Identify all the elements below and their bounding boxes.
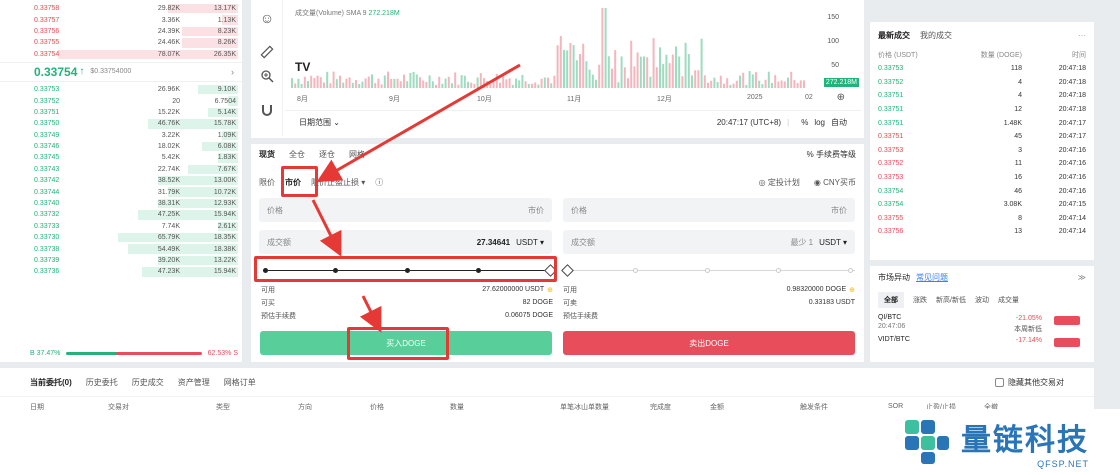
order-total: 15.94K <box>213 268 236 276</box>
order-qty: 39.20K <box>157 257 180 264</box>
order-qty: 20 <box>172 97 180 105</box>
order-qty: 24.46K <box>157 39 180 47</box>
order-total: 15.78K <box>213 120 236 128</box>
order-total: 1.13K <box>217 16 236 24</box>
order-price: 0.33756 <box>34 27 60 35</box>
order-total: 13.00K <box>213 177 236 185</box>
order-price: 0.33758 <box>34 5 60 13</box>
order-price: 0.33736 <box>34 268 60 276</box>
order-price: 0.33746 <box>34 143 60 151</box>
order-total: 1.09K <box>217 131 236 139</box>
order-total: 15.94K <box>213 211 236 219</box>
order-total: 18.35K <box>213 234 236 242</box>
order-book-bids: 0.33753 26.96K 9.10K 0.33752 20 6.7504 0.33751… <box>0 84 242 278</box>
order-qty: 54.49K <box>157 245 180 253</box>
order-total: 13.22K <box>213 257 236 264</box>
order-total: 9.10K <box>217 86 236 94</box>
order-total: 10.72K <box>213 188 236 196</box>
order-qty: 38.52K <box>157 177 180 185</box>
order-qty: 22.74K <box>157 165 180 173</box>
order-qty: 24.39K <box>157 27 180 35</box>
order-total: 26.35K <box>213 50 236 58</box>
watermark-text: 量链科技 QFSP.NET <box>961 415 1089 469</box>
order-total: 8.23K <box>217 27 236 35</box>
order-price: 0.33750 <box>34 120 60 128</box>
order-total: 6.08K <box>217 143 236 151</box>
order-qty: 46.76K <box>157 120 180 128</box>
order-qty: 65.79K <box>157 234 180 242</box>
order-price: 0.33751 <box>34 108 60 116</box>
order-qty: 47.25K <box>157 211 180 219</box>
order-qty: 3.36K <box>161 16 180 24</box>
order-price: 0.33739 <box>34 257 60 264</box>
arrow-to-slider <box>311 199 342 257</box>
arrow-to-buy-button <box>359 295 382 333</box>
order-price: 0.33749 <box>34 131 60 139</box>
order-price: 0.33745 <box>34 154 60 162</box>
order-total: 2.61K <box>217 222 236 230</box>
order-price: 0.33752 <box>34 97 60 105</box>
order-price: 0.33744 <box>34 188 60 196</box>
order-total: 18.38K <box>213 245 236 253</box>
order-price: 0.33740 <box>34 200 60 208</box>
watermark: 量链科技 QFSP.NET <box>893 409 1120 475</box>
order-total: 8.26K <box>217 39 236 47</box>
order-total: 5.14K <box>217 108 236 116</box>
order-price: 0.33755 <box>34 39 60 47</box>
order-qty: 47.23K <box>157 268 180 276</box>
order-total: 6.7504 <box>214 97 236 105</box>
arrow-to-market-tab <box>316 63 521 182</box>
order-price: 0.33738 <box>34 245 60 253</box>
order-total: 1.83K <box>217 154 236 162</box>
order-book-asks: 0.33758 29.82K 13.17K 0.33757 3.36K 1.13K 0.33… <box>0 0 242 60</box>
order-total: 13.17K <box>213 5 236 13</box>
watermark-en: QFSP.NET <box>1037 459 1089 469</box>
order-qty: 5.42K <box>161 154 180 162</box>
watermark-cn: 量链科技 <box>961 423 1089 458</box>
order-qty: 18.02K <box>157 143 180 151</box>
order-qty: 38.31K <box>157 200 180 208</box>
order-qty: 7.74K <box>161 222 180 230</box>
company-logo-icon <box>905 420 949 464</box>
order-qty: 31.79K <box>157 188 180 196</box>
order-qty: 15.22K <box>157 108 180 116</box>
order-price: 0.33753 <box>34 86 60 94</box>
order-price: 0.33733 <box>34 222 60 230</box>
order-qty: 78.07K <box>157 50 180 58</box>
order-price: 0.33742 <box>34 177 60 185</box>
order-price: 0.33757 <box>34 16 60 24</box>
order-total: 7.67K <box>217 165 236 173</box>
order-price: 0.33732 <box>34 211 60 219</box>
order-qty: 26.96K <box>157 86 180 94</box>
order-price: 0.33754 <box>34 50 60 58</box>
order-total: 12.93K <box>213 200 236 208</box>
order-qty: 29.82K <box>157 5 180 13</box>
order-price: 0.33743 <box>34 165 60 173</box>
order-price: 0.33730 <box>34 234 60 242</box>
order-qty: 3.22K <box>161 131 180 139</box>
